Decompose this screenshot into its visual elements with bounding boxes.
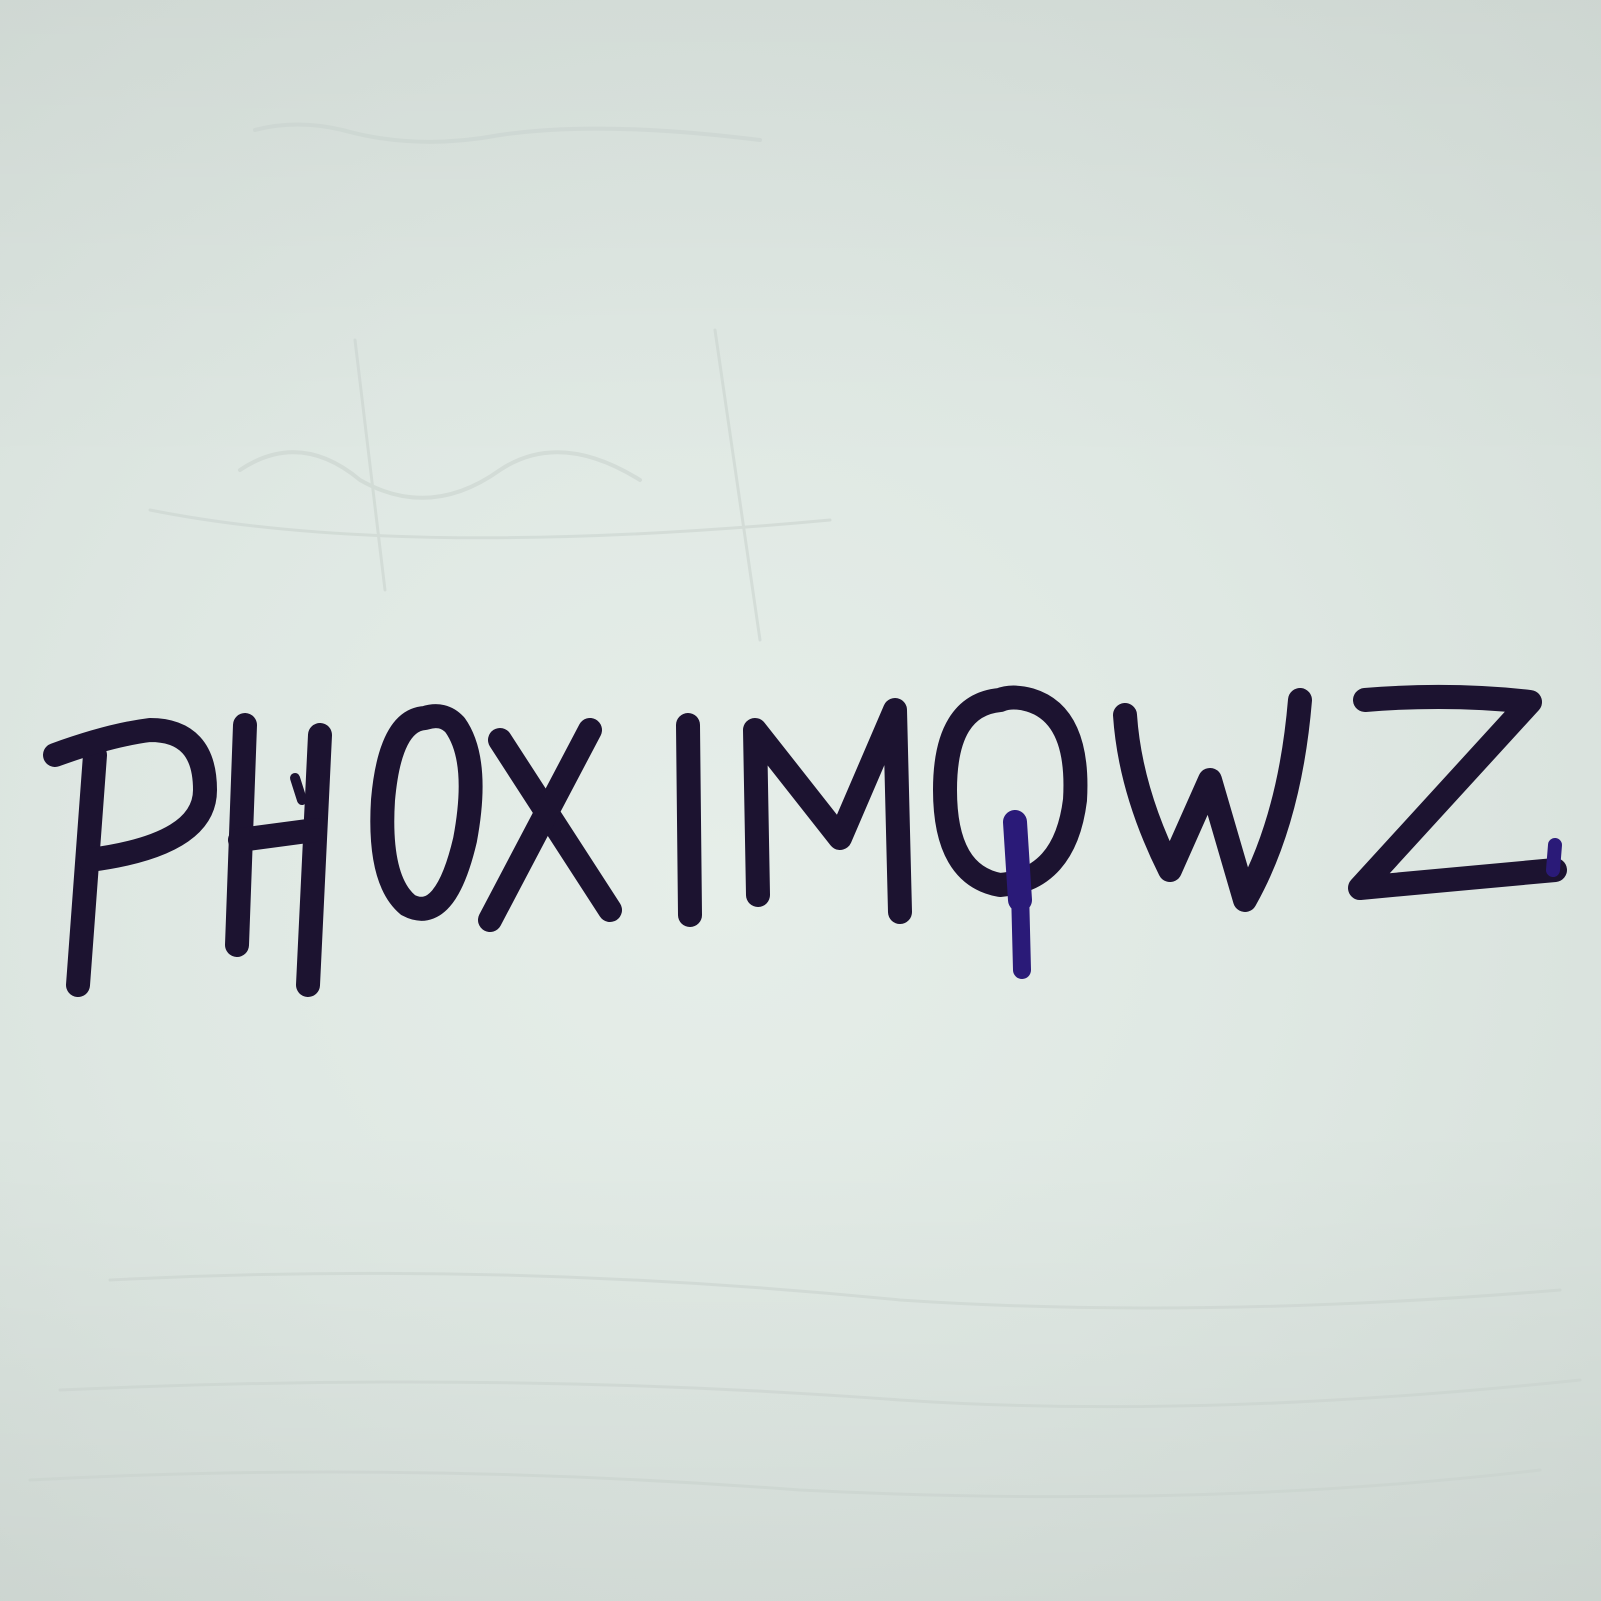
handwritten-letter-h [225,713,332,997]
handwritten-letter-z [1348,684,1567,900]
handwritten-letter-q [933,685,1088,979]
handwritten-letter-i [676,713,702,927]
handwritten-letter-m [743,698,912,924]
handwritten-letter-x [478,718,622,932]
handwritten-letter-w [1113,688,1312,912]
handwritten-word [43,684,1567,997]
paper-background [0,0,1601,1601]
handwritten-letter-o [370,704,483,921]
handwritten-letter-p [43,718,217,997]
